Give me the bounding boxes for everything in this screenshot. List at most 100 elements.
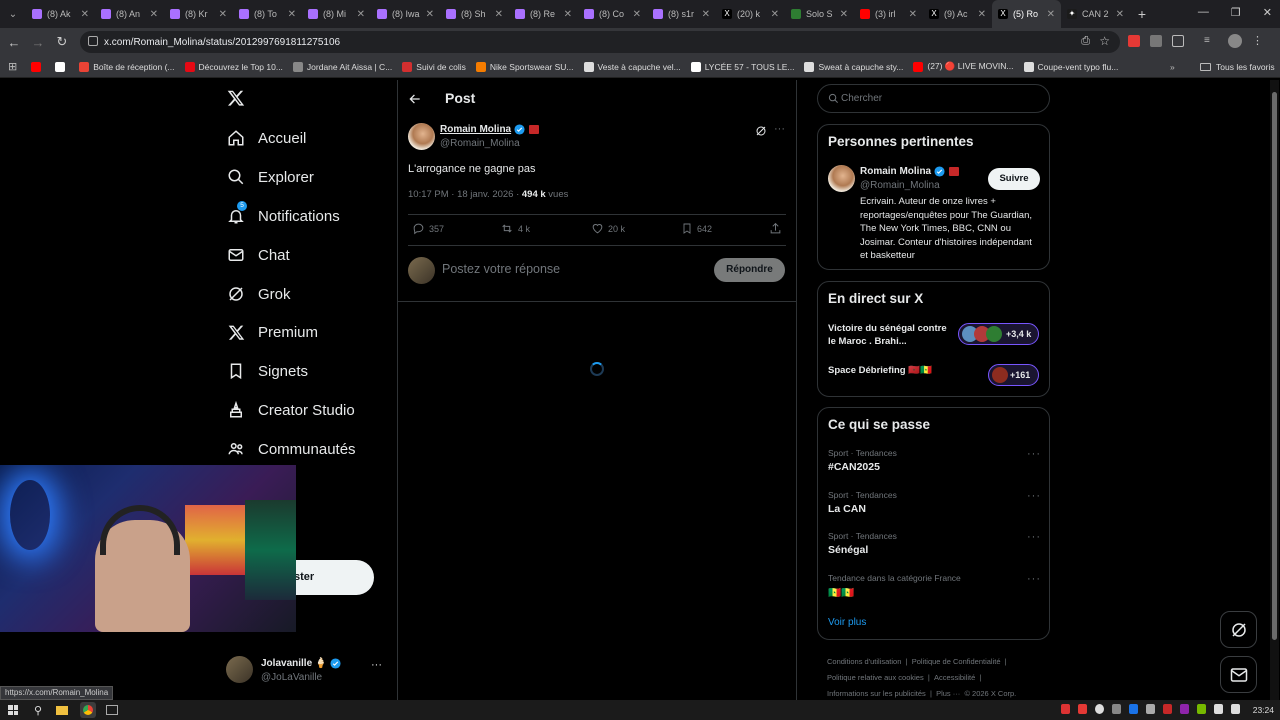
trend-item[interactable]: Sport · Tendances #CAN2025 ··· [828,448,1041,484]
account-switcher[interactable]: Jolavanille 🍦 @JoLaVanille ··· [226,656,386,684]
nav-item-communautés[interactable]: Communautés [226,432,356,466]
tab-close-icon[interactable]: ✕ [633,9,641,20]
footer-link-privacy[interactable]: Politique de Confidentialité [912,657,1001,666]
footer-link-accessibility[interactable]: Accessibilité [934,673,975,682]
media-icon[interactable]: ≡ [1204,35,1218,47]
apps-icon[interactable]: ⊞ [8,60,17,73]
footer-link-terms[interactable]: Conditions d'utilisation [827,657,901,666]
install-icon[interactable]: ⎙ [1081,35,1090,48]
tab-close-icon[interactable]: ✕ [771,9,779,20]
bookmark-item[interactable]: Sweat à capuche sty... [804,61,903,72]
search-icon[interactable]: ⚲ [34,704,42,717]
bookmark-action[interactable]: 642 [681,222,712,235]
forward-icon[interactable]: → [26,35,50,50]
chrome-icon[interactable] [80,702,97,718]
browser-tab[interactable]: X (5) Ro ✕ [992,0,1061,28]
bookmark-item[interactable]: (27) 🔴 LIVE MOVIN... [913,61,1014,72]
tray-icon[interactable] [1180,704,1189,714]
post-more-icon[interactable]: ··· [774,123,785,135]
footer-link-more[interactable]: Plus ··· [936,689,960,698]
minimize-icon[interactable]: — [1198,6,1209,19]
bookmark-item[interactable] [31,61,45,72]
tab-close-icon[interactable]: ✕ [357,9,365,20]
tray-icon[interactable] [1095,704,1104,714]
tab-close-icon[interactable]: ✕ [564,9,572,20]
bookmark-item[interactable]: Suivi de colis [402,61,466,72]
more-bookmarks-icon[interactable]: » [1170,62,1175,72]
nav-item-creator-studio[interactable]: Creator Studio [226,393,355,427]
tab-close-icon[interactable]: ✕ [1116,9,1124,20]
extensions-icon[interactable] [1172,35,1184,47]
trend-item[interactable]: Sport · Tendances Sénégal ··· [828,531,1041,567]
scrollbar-thumb[interactable] [1272,92,1277,640]
bookmark-item[interactable] [55,61,69,72]
profile-avatar[interactable] [1228,34,1242,48]
tab-close-icon[interactable]: ✕ [288,9,296,20]
extension-grey-icon[interactable] [1150,35,1162,47]
trend-more-icon[interactable]: ··· [1027,490,1041,502]
browser-tab[interactable]: (8) To ✕ [233,0,302,28]
back-arrow-icon[interactable] [408,92,422,106]
browser-tab[interactable]: Solo S ✕ [785,0,854,28]
author-avatar[interactable] [408,123,435,150]
extension-red-icon[interactable] [1128,35,1140,47]
tray-icon[interactable] [1197,704,1206,714]
tab-close-icon[interactable]: ✕ [426,9,434,20]
follow-button[interactable]: Suivre [988,168,1040,190]
browser-tab[interactable]: (8) Co ✕ [578,0,647,28]
reply-action[interactable]: 357 [412,222,444,235]
browser-tab[interactable]: (8) Mi ✕ [302,0,371,28]
tab-close-icon[interactable]: ✕ [219,9,227,20]
windows-start-icon[interactable] [8,705,18,715]
bookmark-item[interactable]: LYCÉE 57 - TOUS LE... [690,61,794,72]
volume-icon[interactable] [1231,704,1240,714]
tray-icon[interactable] [1163,704,1172,714]
nav-item-signets[interactable]: Signets [226,354,308,388]
see-more-link[interactable]: Voir plus [828,617,866,628]
star-icon[interactable]: ☆ [1099,34,1110,48]
back-icon[interactable]: ← [2,35,26,50]
browser-tab[interactable]: (8) An ✕ [95,0,164,28]
browser-tab[interactable]: (8) Sh ✕ [440,0,509,28]
share-action[interactable] [769,222,786,235]
trend-more-icon[interactable]: ··· [1027,573,1041,585]
site-info-icon[interactable] [88,36,98,46]
browser-tab[interactable]: (8) Ak ✕ [26,0,95,28]
grok-float-button[interactable] [1220,611,1257,648]
file-explorer-icon[interactable] [56,705,69,715]
nav-item-notifications[interactable]: 5 Notifications [226,199,340,233]
grok-analyze-icon[interactable] [755,125,767,137]
footer-link-cookies[interactable]: Politique relative aux cookies [827,673,924,682]
bookmark-item[interactable]: Jordane Ait Aissa | C... [292,61,392,72]
x-logo[interactable] [227,89,245,107]
bookmark-item[interactable]: Veste à capuche vel... [583,61,681,72]
browser-tab[interactable]: X (9) Ac ✕ [923,0,992,28]
bookmark-item[interactable]: Coupe-vent typo flu... [1023,61,1118,72]
maximize-icon[interactable]: ❐ [1231,6,1241,19]
live-item[interactable]: Space Débriefing 🇲🇦🇸🇳 +161 [828,364,1043,390]
tab-close-icon[interactable]: ✕ [495,9,503,20]
tab-close-icon[interactable]: ✕ [840,9,848,20]
trend-item[interactable]: Sport · Tendances La CAN ··· [828,490,1041,526]
footer-link-ads[interactable]: Informations sur les publicités [827,689,926,698]
browser-tab[interactable]: (8) Iwa ✕ [371,0,440,28]
browser-tab[interactable]: (3) irl ✕ [854,0,923,28]
tray-icon[interactable] [1146,704,1155,714]
browser-tab[interactable]: (8) Re ✕ [509,0,578,28]
browser-tab[interactable]: (8) Kr ✕ [164,0,233,28]
bookmark-item[interactable]: Découvrez le Top 10... [184,61,283,72]
new-tab-button[interactable]: + [1130,6,1154,22]
tray-icon[interactable] [1112,704,1121,714]
tray-icon[interactable] [1061,704,1070,714]
reload-icon[interactable]: ↻ [50,34,74,50]
browser-tab[interactable]: X (20) k ✕ [716,0,785,28]
nav-item-accueil[interactable]: Accueil [226,121,306,155]
all-bookmarks[interactable]: Tous les favoris [1200,62,1275,72]
trend-item[interactable]: Tendance dans la catégorie France 🇸🇳🇸🇳 ··· [828,573,1041,609]
author-name[interactable]: Romain Molina [440,124,511,135]
taskbar-clock[interactable]: 23:24 [1253,705,1274,715]
relevant-name[interactable]: Romain Molina [860,166,931,177]
trend-more-icon[interactable]: ··· [1027,531,1041,543]
wifi-icon[interactable] [1214,704,1223,714]
trend-more-icon[interactable]: ··· [1027,448,1041,460]
